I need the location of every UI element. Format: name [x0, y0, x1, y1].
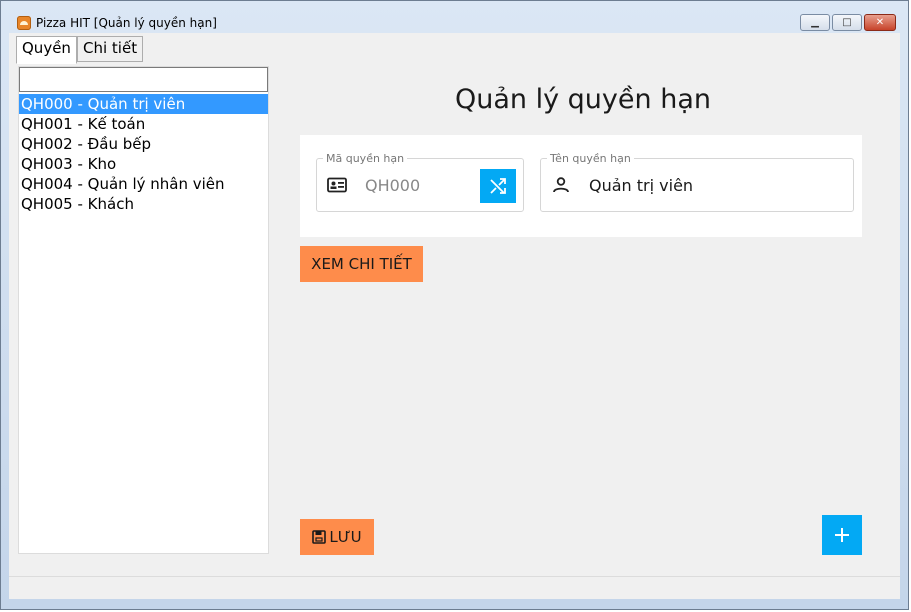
- close-icon: ✕: [875, 17, 885, 28]
- role-name-value: Quản trị viên: [589, 176, 694, 195]
- list-item[interactable]: QH004 - Quản lý nhân viên: [19, 174, 268, 194]
- list-item[interactable]: QH003 - Kho: [19, 154, 268, 174]
- list-item[interactable]: QH000 - Quản trị viên: [19, 94, 268, 114]
- add-role-button[interactable]: [822, 515, 862, 555]
- title-bar[interactable]: Pizza HIT [Quản lý quyền hạn] ▁ □ ✕: [1, 1, 908, 33]
- id-card-icon: [327, 177, 347, 193]
- tab-quyen[interactable]: Quyền: [16, 36, 77, 64]
- role-form-card: Mã quyền hạn QH000 Tên quyền hạn Quản tr…: [300, 135, 862, 237]
- window-controls: ▁ □ ✕: [800, 14, 896, 31]
- tab-chi-tiet[interactable]: Chi tiết: [77, 36, 144, 62]
- client-area: Quyền Chi tiết QH000 - Quản trị viên QH0…: [9, 33, 900, 596]
- page-title: Quản lý quyền hạn: [455, 84, 711, 115]
- role-code-label: Mã quyền hạn: [323, 152, 408, 165]
- generate-code-button[interactable]: [480, 169, 516, 203]
- save-icon: [312, 530, 327, 544]
- window-title: Pizza HIT [Quản lý quyền hạn]: [36, 16, 217, 30]
- close-button[interactable]: ✕: [864, 14, 896, 31]
- save-button[interactable]: LƯU: [300, 519, 374, 555]
- shuffle-icon: [490, 178, 506, 194]
- maximize-button[interactable]: □: [832, 14, 862, 31]
- status-bar: [9, 576, 900, 599]
- person-icon: [553, 177, 569, 193]
- role-list[interactable]: QH000 - Quản trị viên QH001 - Kế toán QH…: [19, 94, 268, 214]
- list-item[interactable]: QH001 - Kế toán: [19, 114, 268, 134]
- list-item[interactable]: QH002 - Đầu bếp: [19, 134, 268, 154]
- view-detail-button[interactable]: XEM CHI TIẾT: [300, 246, 423, 282]
- search-input[interactable]: [19, 67, 268, 92]
- app-window: Pizza HIT [Quản lý quyền hạn] ▁ □ ✕ Quyề…: [0, 0, 909, 610]
- role-code-field[interactable]: Mã quyền hạn QH000: [316, 152, 524, 212]
- list-item[interactable]: QH005 - Khách: [19, 194, 268, 214]
- save-label: LƯU: [329, 528, 362, 546]
- tab-label: Chi tiết: [83, 39, 138, 57]
- plus-icon: [835, 528, 849, 542]
- view-detail-label: XEM CHI TIẾT: [311, 255, 412, 273]
- tab-label: Quyền: [22, 39, 71, 57]
- role-name-label: Tên quyền hạn: [547, 152, 634, 165]
- minimize-icon: ▁: [811, 17, 819, 28]
- maximize-icon: □: [842, 17, 852, 28]
- minimize-button[interactable]: ▁: [800, 14, 830, 31]
- role-name-field[interactable]: Tên quyền hạn Quản trị viên: [540, 152, 854, 212]
- role-code-value: QH000: [365, 176, 421, 195]
- pizza-app-icon: [17, 16, 31, 30]
